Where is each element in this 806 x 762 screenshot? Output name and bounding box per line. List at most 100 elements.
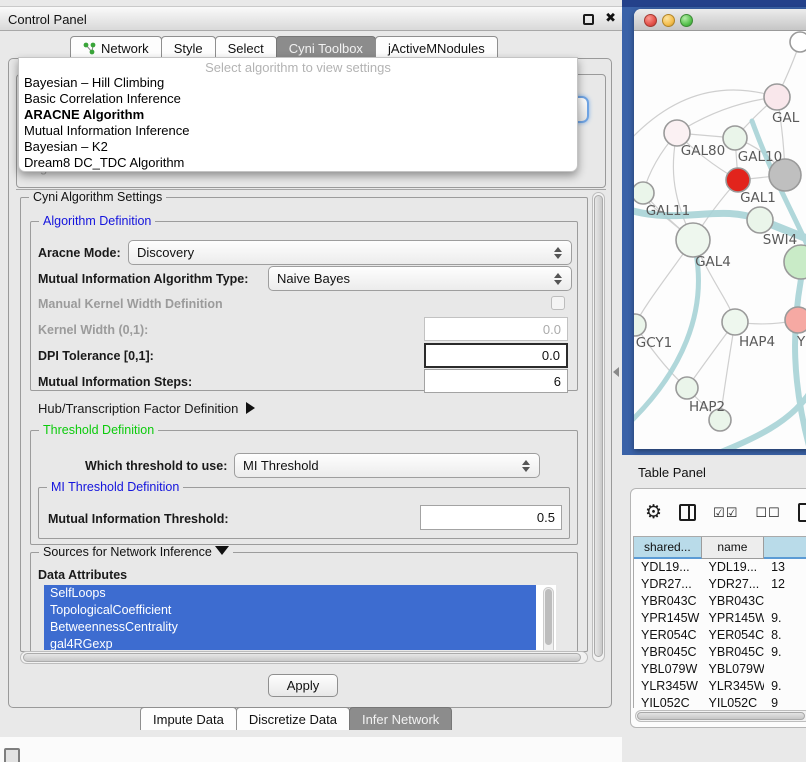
network-node-gal1[interactable] [726, 168, 750, 192]
network-node-gal11[interactable] [634, 182, 654, 204]
tab-style[interactable]: Style [161, 36, 216, 59]
network-node-gal10[interactable] [723, 126, 747, 150]
mi-algorithm-type-combo[interactable]: Naive Bayes [268, 266, 572, 291]
hub-definition-label: Hub/Transcription Factor Definition [38, 401, 238, 416]
split-pane-handle[interactable] [613, 367, 619, 377]
dropdown-item[interactable]: Mutual Information Inference [19, 123, 577, 139]
table-row[interactable]: YBR045CYBR045C9. [634, 644, 806, 661]
table-cell: 8. [764, 627, 806, 644]
apply-button[interactable]: Apply [268, 674, 338, 697]
hub-definition-toggle[interactable]: Hub/Transcription Factor Definition [38, 401, 255, 416]
node-label: GAL80 [681, 143, 725, 159]
expanded-arrow-icon[interactable] [215, 546, 229, 555]
mi-steps-label: Mutual Information Steps: [38, 375, 192, 389]
table-cell: 13 [764, 559, 806, 576]
data-attributes-list[interactable]: SelfLoopsTopologicalCoefficientBetweenne… [44, 585, 556, 650]
close-traffic-light-icon[interactable] [644, 14, 657, 27]
mi-threshold-field[interactable]: 0.5 [420, 505, 562, 530]
attribute-item[interactable]: SelfLoops [44, 585, 536, 602]
tab-label: Network [101, 38, 149, 59]
tab-network[interactable]: Network [70, 36, 162, 59]
tab-impute-data[interactable]: Impute Data [140, 707, 237, 730]
table-row[interactable]: YBL079WYBL079W [634, 661, 806, 678]
network-node-hap2[interactable] [676, 377, 698, 399]
table-row[interactable]: YBR043CYBR043C [634, 593, 806, 610]
application-window: Control Panel ✖ NetworkStyleSelectCyni T… [0, 0, 806, 762]
tab-label: Select [228, 38, 264, 59]
network-canvas[interactable]: GALGAL80GAL10GAL1GAL11SWI4GAL4GCY1HAP4YH… [634, 31, 806, 449]
network-node-hap4[interactable] [722, 309, 748, 335]
dropdown-item[interactable]: Dream8 DC_TDC Algorithm [19, 155, 577, 171]
network-node-gal4[interactable] [676, 223, 710, 257]
dropdown-item[interactable]: Bayesian – Hill Climbing [19, 75, 577, 91]
page-icon[interactable] [798, 503, 806, 522]
tab-infer-network[interactable]: Infer Network [349, 707, 452, 730]
table-cell: YDL19... [634, 559, 702, 576]
table-row[interactable]: YLR345WYLR345W9. [634, 678, 806, 695]
table-cell: YIL052C [702, 695, 765, 708]
attributes-scrollbar[interactable] [543, 587, 554, 650]
network-node-swi4[interactable] [747, 207, 773, 233]
mi-threshold-definition-title: MI Threshold Definition [47, 480, 183, 494]
node-label: GAL1 [740, 190, 776, 206]
gear-icon[interactable]: ⚙ [645, 501, 662, 524]
bottom-tabbar: Impute DataDiscretize DataInfer Network [140, 706, 451, 730]
algorithm-definition-title: Algorithm Definition [39, 214, 155, 228]
kernel-width-field[interactable]: 0.0 [424, 317, 568, 341]
network-node[interactable] [784, 245, 806, 279]
close-panel-icon[interactable]: ✖ [605, 10, 616, 26]
network-node[interactable] [790, 32, 806, 52]
zoom-traffic-light-icon[interactable] [680, 14, 693, 27]
network-node-y[interactable] [785, 307, 806, 333]
mi-steps-field[interactable]: 6 [424, 369, 568, 393]
table-cell: YER054C [702, 627, 765, 644]
tab-discretize-data[interactable]: Discretize Data [236, 707, 350, 730]
manual-kernel-width-checkbox[interactable] [551, 296, 565, 310]
table-column-header[interactable]: shared... [634, 537, 702, 559]
table-row[interactable]: YDL19...YDL19...13 [634, 559, 806, 576]
settings-vertical-scrollbar[interactable] [592, 192, 605, 662]
dropdown-item[interactable]: Bayesian – K2 [19, 139, 577, 155]
kernel-width-label: Kernel Width (0,1): [38, 323, 148, 337]
tab-label: Cyni Toolbox [289, 38, 363, 59]
network-node-gcy1[interactable] [634, 314, 646, 336]
table-row[interactable]: YER054CYER054C8. [634, 627, 806, 644]
node-label: GAL [772, 110, 800, 126]
dropdown-item[interactable]: ARACNE Algorithm [19, 107, 577, 123]
tab-select[interactable]: Select [215, 36, 277, 59]
attribute-item[interactable]: gal4RGexp [44, 636, 536, 650]
table-column-header[interactable] [764, 537, 806, 559]
node-table[interactable]: shared...name YDL19...YDL19...13YDR27...… [633, 536, 806, 708]
dpi-tolerance-field[interactable]: 0.0 [424, 343, 568, 368]
combo-stepper-icon [522, 460, 530, 472]
attribute-item[interactable]: BetweennessCentrality [44, 619, 536, 636]
aracne-mode-combo[interactable]: Discovery [128, 240, 572, 265]
desktop-top-strip [622, 0, 806, 7]
table-cell: YLR345W [634, 678, 702, 695]
network-node-gal[interactable] [764, 84, 790, 110]
network-window-titlebar[interactable] [634, 9, 806, 31]
minimize-traffic-light-icon[interactable] [662, 14, 675, 27]
unchecked-pair-icon[interactable]: ☐☐ [755, 505, 780, 521]
network-view-window[interactable]: GALGAL80GAL10GAL1GAL11SWI4GAL4GCY1HAP4YH… [634, 9, 806, 449]
settings-horizontal-scrollbar[interactable] [20, 651, 588, 664]
table-panel: ⚙ ☑☑ ☐☐ shared...name YDL19...YDL19...13… [630, 488, 806, 728]
float-window-icon[interactable] [583, 14, 594, 25]
table-horizontal-scrollbar[interactable] [635, 710, 806, 722]
panel-corner-icon[interactable] [4, 748, 20, 762]
checked-pair-icon[interactable]: ☑☑ [713, 505, 738, 521]
column-layout-icon[interactable] [679, 504, 696, 521]
tab-cyni-toolbox[interactable]: Cyni Toolbox [276, 36, 376, 59]
which-threshold-combo[interactable]: MI Threshold [234, 453, 540, 478]
table-cell: YBL079W [634, 661, 702, 678]
table-column-header[interactable]: name [702, 537, 765, 559]
tab-jactivemnodules[interactable]: jActiveMNodules [375, 36, 498, 59]
node-label: GAL4 [695, 254, 731, 270]
dropdown-item[interactable]: Basic Correlation Inference [19, 91, 577, 107]
table-row[interactable]: YIL052CYIL052C9 [634, 695, 806, 708]
table-cell: YDL19... [702, 559, 765, 576]
collapsed-arrow-icon[interactable] [246, 402, 255, 414]
attribute-item[interactable]: TopologicalCoefficient [44, 602, 536, 619]
table-row[interactable]: YPR145WYPR145W9. [634, 610, 806, 627]
table-row[interactable]: YDR27...YDR27...12 [634, 576, 806, 593]
